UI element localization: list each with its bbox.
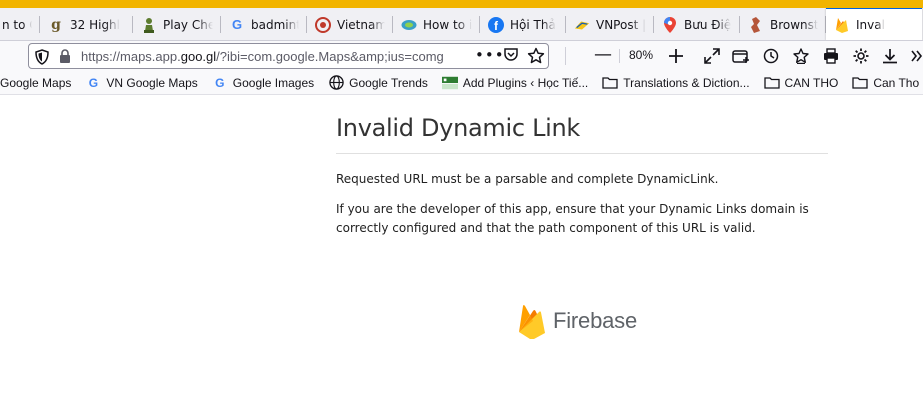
tab-8[interactable]: VNPost | (566, 8, 654, 40)
red-circle-icon (315, 16, 331, 33)
tab-10[interactable]: Brownst (740, 8, 826, 40)
tracking-shield-icon[interactable] (35, 49, 49, 69)
tab-1[interactable]: n to C (0, 8, 40, 40)
zoom-separator (619, 49, 620, 63)
bookmark-label: Google Images (232, 75, 315, 90)
folder-icon (763, 75, 780, 91)
globe-icon (328, 75, 344, 91)
page-content: Invalid Dynamic Link Requested URL must … (0, 96, 923, 395)
zoom-in-button[interactable] (665, 45, 687, 67)
tab-4[interactable]: G badmint (221, 8, 307, 40)
tab-label: 32 Highl (70, 17, 120, 32)
firebase-icon (834, 17, 850, 33)
tab-7[interactable]: f Hội Thả (480, 8, 566, 40)
firebase-wordmark: Firebase (553, 308, 637, 333)
bookmark-google-maps[interactable]: Google Maps (0, 71, 77, 94)
fullscreen-button[interactable] (701, 45, 723, 67)
bookmark-label: Add Plugins ‹ Học Tiế... (462, 75, 589, 90)
brownstone-icon (748, 16, 764, 33)
downloads-button[interactable] (879, 45, 901, 67)
error-card: Invalid Dynamic Link Requested URL must … (336, 114, 828, 238)
map-pin-icon (662, 16, 678, 33)
google-g-icon: G (231, 17, 243, 32)
url-suffix: /?ibi=com.google.Maps&amp;ius=comg (216, 49, 444, 64)
firebase-flame-icon (519, 305, 545, 339)
lock-icon[interactable] (59, 49, 71, 68)
error-message: Requested URL must be a parsable and com… (336, 172, 719, 186)
bookmark-google-images[interactable]: G Google Images (204, 71, 320, 94)
facebook-icon: f (488, 16, 504, 33)
google-g-icon: G (88, 75, 99, 90)
window-accent-strip (0, 0, 923, 8)
bookmark-folder-can-tho-restaurants[interactable]: Can Tho Restaura (844, 71, 923, 94)
settings-button[interactable] (850, 45, 872, 67)
more-tools-button[interactable] (906, 45, 923, 67)
tab-3[interactable]: Play Che (133, 8, 221, 40)
bookmark-folder-can-tho[interactable]: CAN THO (756, 71, 845, 94)
tab-label: How to i (423, 17, 472, 32)
bookmark-vn-google-maps[interactable]: G VN Google Maps (77, 71, 203, 94)
zoom-level[interactable]: 80% (629, 48, 653, 62)
pocket-icon[interactable] (503, 48, 519, 67)
toolbar-separator (565, 47, 566, 65)
history-button[interactable] (760, 45, 782, 67)
map-icon (401, 17, 417, 33)
tab-label: badmint (251, 17, 299, 32)
new-container-tab-button[interactable] (730, 45, 752, 67)
clock-icon (763, 48, 779, 64)
folder-icon (602, 75, 618, 91)
vnpost-icon (574, 17, 590, 33)
tab-label: Brownst (770, 17, 818, 32)
developer-help-text: If you are the developer of this app, en… (336, 202, 809, 235)
navigation-toolbar: https://maps.app.goo.gl/?ibi=com.google.… (0, 41, 923, 71)
tab-label: Bưu Điệ (684, 17, 732, 32)
chevron-double-right-icon (911, 50, 923, 62)
plugin-site-icon (441, 75, 458, 91)
folder-icon (852, 75, 868, 91)
google-g-icon: G (215, 75, 225, 90)
page-actions-menu-icon[interactable]: ••• (475, 46, 505, 64)
tab-label: VNPost | (596, 17, 646, 32)
bookmark-label: Google Maps (0, 75, 72, 90)
tab-label: Vietnam (337, 17, 385, 32)
print-button[interactable] (820, 45, 842, 67)
chess-pawn-icon (141, 17, 157, 33)
download-arrow-icon (883, 49, 897, 64)
tab-5[interactable]: Vietnam (307, 8, 393, 40)
bookmark-label: Google Trends (349, 75, 428, 90)
plus-icon (669, 49, 683, 63)
tab-6[interactable]: How to i (393, 8, 480, 40)
g-letter-icon: g (51, 16, 61, 33)
tab-label: Inval (856, 18, 885, 32)
bookmark-add-plugins[interactable]: Add Plugins ‹ Học Tiế... (434, 71, 594, 94)
bookmarks-toolbar: Google Maps G VN Google Maps G Google Im… (0, 71, 923, 95)
tab-label: n to C (2, 17, 32, 32)
bookmark-google-trends[interactable]: Google Trends (320, 71, 434, 94)
star-list-icon (793, 48, 809, 64)
bookmark-label: CAN THO (784, 75, 839, 90)
firebase-logo: Firebase (519, 303, 637, 339)
url-prefix: https://maps.app. (81, 49, 181, 64)
bookmark-label: Can Tho Restaura (873, 75, 923, 90)
tab-label: Play Che (163, 17, 213, 32)
gear-icon (853, 48, 869, 64)
tab-2[interactable]: g 32 Highl (40, 8, 133, 40)
page-title: Invalid Dynamic Link (336, 114, 828, 154)
url-bar[interactable]: https://maps.app.goo.gl/?ibi=com.google.… (28, 43, 549, 69)
tab-11-active[interactable]: Inval (826, 8, 922, 40)
bookmark-folder-translations[interactable]: Translations & Diction... (594, 71, 755, 94)
expand-icon (704, 48, 720, 64)
bookmarks-menu-button[interactable] (790, 45, 812, 67)
zoom-out-button[interactable]: — (594, 44, 612, 65)
tab-bar: n to C g 32 Highl Play Che G badmint Vie… (0, 8, 923, 41)
tab-plus-icon (732, 50, 749, 63)
url-text[interactable]: https://maps.app.goo.gl/?ibi=com.google.… (81, 49, 471, 64)
bookmark-label: Translations & Diction... (623, 75, 750, 90)
bookmark-label: VN Google Maps (106, 75, 198, 90)
printer-icon (824, 48, 838, 64)
tab-9[interactable]: Bưu Điệ (654, 8, 740, 40)
tab-label: Hội Thả (510, 17, 556, 32)
url-domain: goo.gl (180, 49, 217, 64)
bookmark-star-icon[interactable] (527, 47, 545, 69)
